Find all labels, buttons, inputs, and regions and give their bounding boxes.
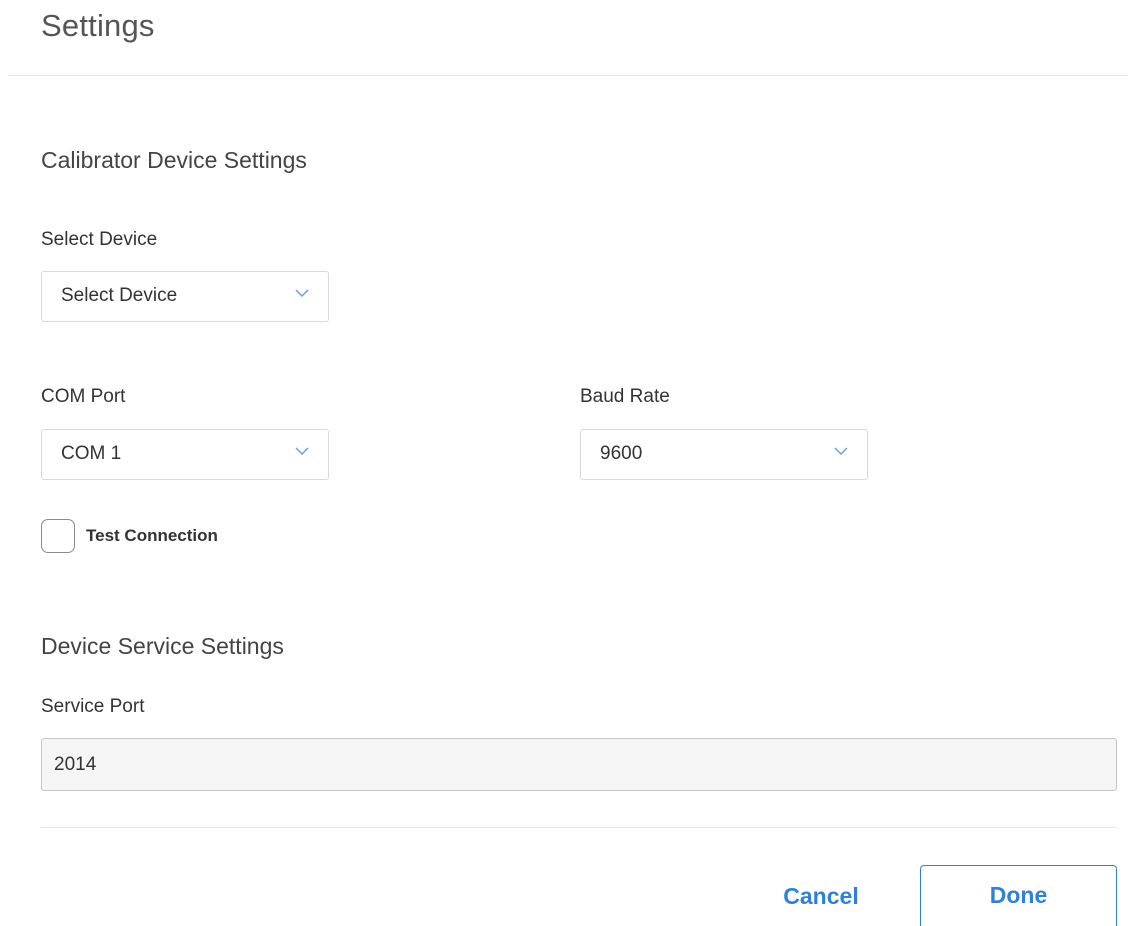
service-port-input[interactable] <box>41 738 1117 791</box>
baud-rate-value: 9600 <box>600 443 643 464</box>
page-title: Settings <box>41 8 155 43</box>
select-device-dropdown[interactable]: Select Device <box>41 271 329 322</box>
test-connection-toggle[interactable]: Test Connection <box>41 518 218 554</box>
baud-rate-dropdown[interactable]: 9600 <box>580 429 868 480</box>
service-section-heading: Device Service Settings <box>41 633 284 659</box>
select-device-label: Select Device <box>41 229 158 250</box>
service-port-label: Service Port <box>41 696 145 717</box>
done-button[interactable]: Done <box>920 865 1117 926</box>
chevron-down-icon <box>295 289 309 298</box>
calibrator-section-heading: Calibrator Device Settings <box>41 147 307 173</box>
test-connection-label: Test Connection <box>86 526 218 545</box>
test-connection-checkbox[interactable] <box>41 519 75 553</box>
title-divider <box>8 75 1128 76</box>
chevron-down-icon <box>295 447 309 456</box>
baud-rate-label: Baud Rate <box>580 386 670 407</box>
footer-divider <box>41 827 1117 828</box>
com-port-value: COM 1 <box>61 443 122 464</box>
com-port-dropdown[interactable]: COM 1 <box>41 429 329 480</box>
select-device-value: Select Device <box>61 285 178 306</box>
cancel-button[interactable]: Cancel <box>760 866 882 926</box>
chevron-down-icon <box>834 447 848 456</box>
com-port-label: COM Port <box>41 386 126 407</box>
settings-dialog: Settings Calibrator Device Settings Sele… <box>0 0 1128 926</box>
